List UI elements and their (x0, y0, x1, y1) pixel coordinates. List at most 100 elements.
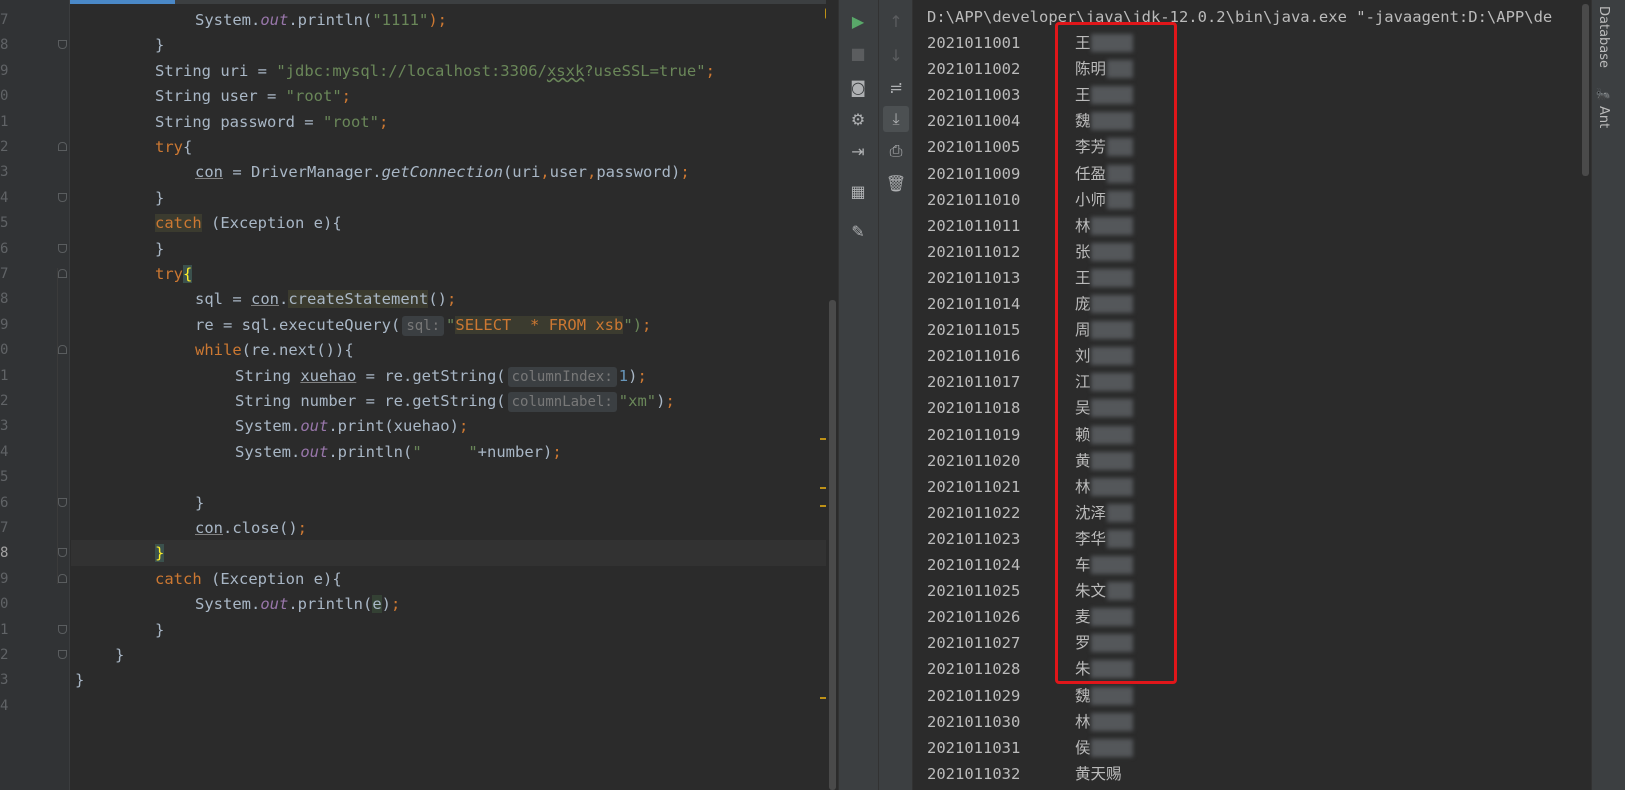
code-token: ; (458, 417, 469, 436)
fold-marker-icon[interactable] (58, 497, 67, 507)
ant-icon[interactable]: 🐜 (1596, 88, 1610, 103)
code-line[interactable]: 3 con = DriverManager.getConnection(uri,u… (0, 159, 838, 185)
code-token: ) (381, 595, 392, 614)
parameter-hint: sql: (402, 315, 445, 336)
code-line[interactable]: 7 System.out.println("1111"); (0, 7, 838, 33)
camera-icon[interactable]: ◙ (845, 74, 871, 100)
code-token: ; (447, 290, 457, 309)
line-number: 8 (0, 545, 9, 562)
trash-icon[interactable]: 🗑 (883, 170, 909, 196)
database-tab[interactable]: Database (1596, 6, 1611, 68)
code-token: = re.getString( (356, 366, 506, 385)
code-line[interactable]: 2 String number = re.getString(columnLabe… (0, 388, 838, 414)
line-number: 0 (0, 596, 9, 613)
code-line[interactable]: 2} (0, 642, 838, 668)
code-line[interactable]: 4 (0, 693, 838, 719)
code-line[interactable]: 4} (0, 185, 838, 211)
code-line[interactable]: 0 while(re.next()){ (0, 337, 838, 363)
highlight-box-names (1055, 22, 1177, 684)
code-token: user (549, 163, 587, 182)
code-token: out (300, 442, 329, 461)
code-text: String number = re.getString(columnLabel… (235, 388, 675, 414)
code-line[interactable]: 3 System.out.print(xuehao); (0, 413, 838, 439)
code-line[interactable]: 0 System.out.println(e); (0, 591, 838, 617)
console-row: 2021011014 庞 (927, 291, 1567, 317)
code-line[interactable]: 9 re = sql.executeQuery(sql: "SELECT * FRO… (0, 312, 838, 338)
debug-settings-icon[interactable]: ⚙ (845, 106, 871, 132)
student-id: 2021011014 (927, 295, 1021, 313)
code-text: con = DriverManager.getConnection(uri,us… (195, 159, 690, 185)
code-token: } (155, 36, 165, 55)
fold-marker-icon[interactable] (58, 650, 67, 659)
code-line[interactable]: 6} (0, 236, 838, 262)
code-token: , (540, 163, 550, 182)
scroll-to-end-icon[interactable]: ⤓ (883, 106, 909, 132)
console-row: 2021011016 刘 (927, 343, 1567, 369)
line-number: 3 (0, 672, 9, 689)
fold-marker-icon[interactable] (58, 269, 67, 278)
code-line[interactable]: 6} (0, 490, 838, 516)
code-token: "root" (322, 112, 379, 131)
parameter-hint: columnLabel: (507, 392, 617, 412)
fold-marker-icon[interactable] (58, 192, 67, 202)
layout-icon[interactable]: ▦ (845, 178, 871, 204)
console-scrollbar[interactable] (1579, 0, 1591, 790)
editor-scroll-thumb[interactable] (829, 300, 836, 790)
student-id: 2021011011 (927, 216, 1021, 235)
fold-marker-icon[interactable] (58, 573, 67, 583)
code-line[interactable]: 3} (0, 667, 838, 693)
soft-wrap-icon[interactable]: ≓ (883, 74, 909, 100)
code-text: String xuehao = re.getString(columnIndex… (235, 363, 647, 389)
code-line[interactable]: 7 con.close(); (0, 515, 838, 541)
console-row: 2021011025 朱文 (927, 578, 1567, 604)
run-icon[interactable]: ▶ (845, 8, 871, 34)
line-number: 5 (0, 469, 9, 486)
fold-marker-icon[interactable] (58, 624, 67, 634)
code-line[interactable]: 9 catch (Exception e){ (0, 566, 838, 592)
console-row: 2021011032 黄天赐 (927, 761, 1567, 787)
code-token: out (300, 417, 329, 436)
code-line[interactable]: 0 String user = "root"; (0, 83, 838, 109)
run-console-output[interactable]: D:\APP\developer\java\jdk-12.0.2\bin\jav… (913, 0, 1591, 790)
fold-marker-icon[interactable] (58, 142, 67, 151)
code-area[interactable]: 7 System.out.println("1111"); 8} 9 String ur… (0, 0, 838, 790)
code-line[interactable]: 8} (0, 32, 838, 58)
line-number: 8 (0, 37, 9, 54)
code-token: ; (297, 519, 307, 537)
console-scroll-thumb[interactable] (1582, 4, 1589, 176)
code-token: ; (341, 87, 351, 106)
code-token: +number) (477, 442, 553, 461)
code-text: con.close(); (195, 515, 307, 541)
fold-marker-icon[interactable] (58, 345, 67, 355)
code-token: ); (428, 11, 447, 29)
student-id: 2021011022 (927, 503, 1021, 522)
pin-icon[interactable]: ✎ (845, 218, 871, 244)
code-line[interactable]: 7 try{ (0, 261, 838, 287)
code-editor[interactable]: 7 System.out.println("1111"); 8} 9 String ur… (0, 0, 838, 790)
code-line[interactable]: 5 catch (Exception e){ (0, 210, 838, 236)
code-text: } (155, 32, 164, 58)
print-icon[interactable]: ⎙ (883, 138, 909, 164)
code-text: System.out.println("1111"); (195, 7, 447, 33)
ant-tab[interactable]: Ant (1596, 106, 1611, 128)
code-token: } (155, 239, 165, 258)
editor-scrollbar[interactable] (826, 0, 838, 790)
code-token: String password = (155, 112, 323, 131)
up-arrow-icon[interactable]: ↑ (883, 8, 909, 34)
code-line[interactable]: 8} (0, 540, 838, 567)
down-arrow-icon[interactable]: ↓ (883, 42, 909, 68)
code-line[interactable]: 1 String xuehao = re.getString(columnInde… (0, 363, 838, 389)
line-number: 7 (0, 520, 9, 536)
stop-icon[interactable]: ■ (845, 40, 871, 66)
code-line[interactable]: 8 sql = con.createStatement(); (0, 286, 838, 312)
fold-marker-icon[interactable] (58, 243, 67, 253)
code-token: String (235, 366, 301, 385)
code-line[interactable]: 1 String password = "root"; (0, 109, 838, 135)
exit-icon[interactable]: ⇥ (845, 138, 871, 164)
code-line[interactable]: 1} (0, 617, 838, 643)
code-line[interactable]: 4 System.out.println(" "+number); (0, 439, 838, 465)
code-line[interactable]: 5 (0, 464, 838, 490)
code-line[interactable]: 9 String uri = "jdbc:mysql://localhost:33… (0, 58, 838, 84)
code-line[interactable]: 2 try{ (0, 134, 838, 160)
code-token: System. (235, 417, 301, 436)
